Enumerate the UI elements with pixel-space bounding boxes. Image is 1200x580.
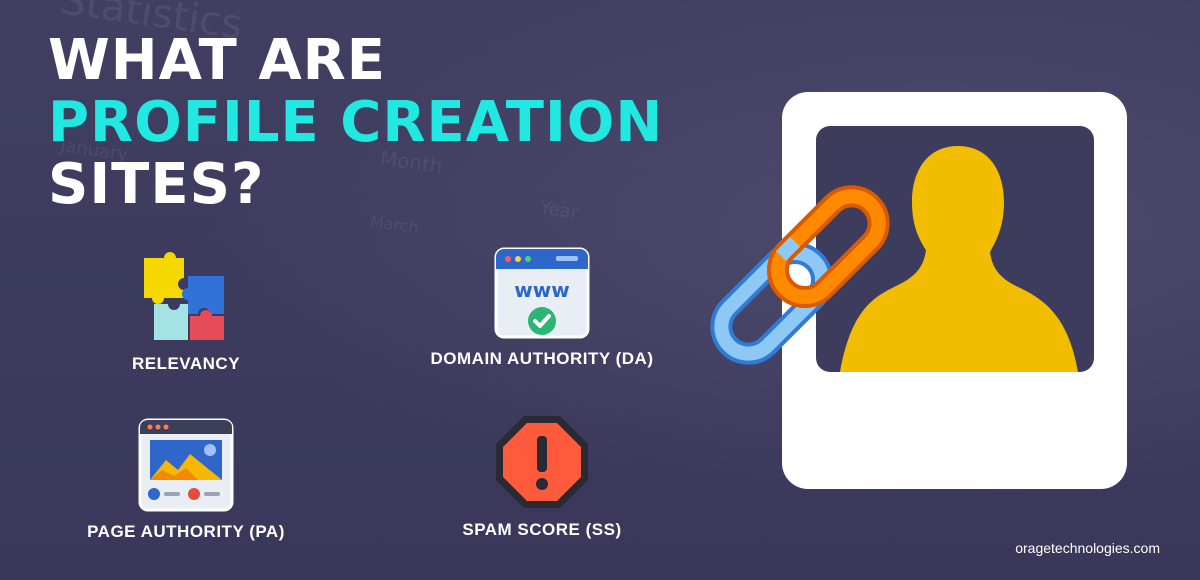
title-line-1: WHAT ARE xyxy=(48,28,387,93)
warning-stop-icon xyxy=(496,416,588,508)
feature-label: SPAM SCORE (SS) xyxy=(462,520,622,539)
feature-relevancy: RELEVANCY xyxy=(46,252,326,374)
feature-label: PAGE AUTHORITY (PA) xyxy=(87,522,285,541)
webpage-image-icon xyxy=(138,418,234,512)
feature-label: RELEVANCY xyxy=(131,354,241,373)
page-title: WHAT ARE PROFILE CREATION SITES? xyxy=(48,30,663,216)
title-line-2: PROFILE CREATION xyxy=(48,90,664,155)
chain-link-icon xyxy=(710,185,890,365)
feature-page-authority: PAGE AUTHORITY (PA) xyxy=(46,418,326,542)
feature-label: DOMAIN AUTHORITY (DA) xyxy=(430,349,654,368)
feature-spam-score: SPAM SCORE (SS) xyxy=(402,414,682,540)
feature-domain-authority: www DOMAIN AUTHORITY (DA) xyxy=(402,247,682,369)
www-check-icon: www xyxy=(494,247,590,339)
puzzle-icon xyxy=(144,252,224,340)
svg-text:www: www xyxy=(514,278,569,302)
website-url: oragetechnologies.com xyxy=(1015,540,1160,556)
title-line-3: SITES? xyxy=(48,152,265,217)
